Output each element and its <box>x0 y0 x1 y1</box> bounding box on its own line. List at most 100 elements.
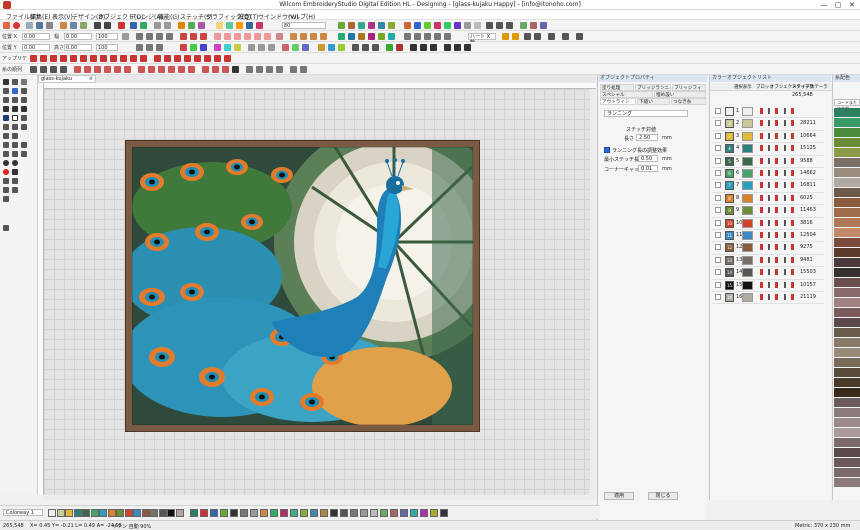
shape-l-icon[interactable] <box>302 44 309 51</box>
bottom-color-swatch[interactable] <box>90 509 99 517</box>
join-tool-icon[interactable] <box>12 151 18 157</box>
wilcom-icon[interactable] <box>13 22 20 29</box>
style-c-icon[interactable] <box>358 33 365 40</box>
shape-v-icon[interactable] <box>420 44 427 51</box>
palette-swatch[interactable] <box>834 408 860 417</box>
column-tool-icon[interactable] <box>21 106 27 112</box>
palette-swatch[interactable] <box>834 358 860 367</box>
tool-r-icon[interactable] <box>464 22 471 29</box>
shape-s-icon[interactable] <box>386 44 393 51</box>
shape-h-icon[interactable] <box>258 44 265 51</box>
tool-l-icon[interactable] <box>404 22 411 29</box>
align-center-icon[interactable] <box>146 33 153 40</box>
copy-icon[interactable] <box>70 22 77 29</box>
circle-a-tool-icon[interactable] <box>3 160 9 166</box>
seq-s-icon[interactable] <box>222 66 229 73</box>
tool-y-icon[interactable] <box>540 22 547 29</box>
bottom-color-swatch[interactable] <box>175 509 184 517</box>
tool-v-icon[interactable] <box>506 22 513 29</box>
color-row[interactable]: 5 5 9588 <box>712 156 824 168</box>
shape-t-icon[interactable] <box>396 44 403 51</box>
arrange-icon[interactable] <box>130 22 137 29</box>
knife-tool-icon[interactable] <box>21 79 27 85</box>
palette-swatch[interactable] <box>834 218 860 227</box>
color-swatch[interactable]: 5 <box>725 156 734 166</box>
color-row[interactable]: 12 12 9275 <box>712 242 824 255</box>
seq-d-icon[interactable] <box>60 66 67 73</box>
node-tool-icon[interactable] <box>12 106 18 112</box>
bottom-tool-icon[interactable] <box>440 509 448 517</box>
color-row[interactable]: 16 16 21119 <box>712 292 824 305</box>
tool-a-icon[interactable] <box>216 22 223 29</box>
bottom-tool-icon[interactable] <box>200 509 208 517</box>
palette-swatch[interactable] <box>834 328 860 337</box>
color-swatch[interactable]: 3 <box>725 131 734 141</box>
color-swatch[interactable]: 7 <box>725 181 734 191</box>
seq-l-icon[interactable] <box>148 66 155 73</box>
tool-e-icon[interactable] <box>256 22 263 29</box>
seq-o-icon[interactable] <box>178 66 185 73</box>
palette-swatch[interactable] <box>834 228 860 237</box>
color-row[interactable]: 8 8 6025 <box>712 193 824 206</box>
palette-swatch[interactable] <box>834 178 860 187</box>
bottom-tool-icon[interactable] <box>380 509 388 517</box>
maximize-button[interactable]: ▢ <box>832 0 844 10</box>
lock-icon[interactable] <box>122 33 129 40</box>
shape-m-icon[interactable] <box>318 44 325 51</box>
palette-swatch[interactable] <box>834 438 860 447</box>
cut-icon[interactable] <box>60 22 67 29</box>
run-tool-icon[interactable] <box>3 97 9 103</box>
app-d-icon[interactable] <box>60 55 67 62</box>
bottom-tool-icon[interactable] <box>400 509 408 517</box>
bottom-tool-icon[interactable] <box>390 509 398 517</box>
row-checkbox[interactable] <box>715 244 721 251</box>
bottom-tool-icon[interactable] <box>240 509 248 517</box>
appl-d-icon[interactable] <box>214 33 221 40</box>
stop-icon[interactable] <box>118 22 125 29</box>
seq-r-icon[interactable] <box>212 66 219 73</box>
shape-o-icon[interactable] <box>338 44 345 51</box>
bottom-color-swatch[interactable] <box>158 509 167 517</box>
tool-g-icon[interactable] <box>348 22 355 29</box>
palette-swatch[interactable] <box>834 108 860 117</box>
palette-swatch[interactable] <box>834 138 860 147</box>
satin-tool-icon[interactable] <box>12 97 18 103</box>
pen-d-icon[interactable] <box>320 33 327 40</box>
select-tool-icon[interactable] <box>3 79 9 85</box>
seq-i-icon[interactable] <box>114 66 121 73</box>
palette-swatch[interactable] <box>834 298 860 307</box>
pen-c-icon[interactable] <box>310 33 317 40</box>
palette-swatch[interactable] <box>834 478 860 487</box>
seq-j-icon[interactable] <box>124 66 131 73</box>
seq-f-icon[interactable] <box>84 66 91 73</box>
shape-p-icon[interactable] <box>352 44 359 51</box>
curve-tool-icon[interactable] <box>12 133 18 139</box>
misc-e-icon[interactable] <box>576 33 583 40</box>
outline-tool-icon[interactable] <box>21 124 27 130</box>
shape-b-icon[interactable] <box>190 44 197 51</box>
embroidery-design[interactable] <box>125 140 480 432</box>
bottom-color-swatch[interactable] <box>124 509 133 517</box>
seq-z-icon[interactable] <box>300 66 307 73</box>
app-g-icon[interactable] <box>90 55 97 62</box>
row-checkbox[interactable] <box>715 194 721 201</box>
palette-swatch[interactable] <box>834 348 860 357</box>
bottom-color-swatch[interactable] <box>167 509 175 517</box>
app-q-icon[interactable] <box>194 55 201 62</box>
width-percent-field[interactable]: 100 <box>96 33 118 40</box>
appl-i-icon[interactable] <box>264 33 271 40</box>
color-swatch[interactable]: 9 <box>725 206 734 216</box>
tab-underlay[interactable]: 下縫い <box>637 98 670 105</box>
palette-swatch[interactable] <box>834 128 860 137</box>
pos-x-field[interactable]: 0.00 <box>22 33 50 40</box>
close-tab-icon[interactable]: × <box>89 76 93 83</box>
rotate-icon[interactable] <box>156 44 163 51</box>
freehand-tool-icon[interactable] <box>21 88 27 94</box>
tool-h-icon[interactable] <box>358 22 365 29</box>
close-button[interactable]: 閉じる <box>648 492 678 500</box>
row-checkbox[interactable] <box>715 182 721 189</box>
palette-swatch[interactable] <box>834 238 860 247</box>
seq-q-icon[interactable] <box>202 66 209 73</box>
hoop-icon[interactable] <box>178 22 185 29</box>
palette-swatch[interactable] <box>834 268 860 277</box>
